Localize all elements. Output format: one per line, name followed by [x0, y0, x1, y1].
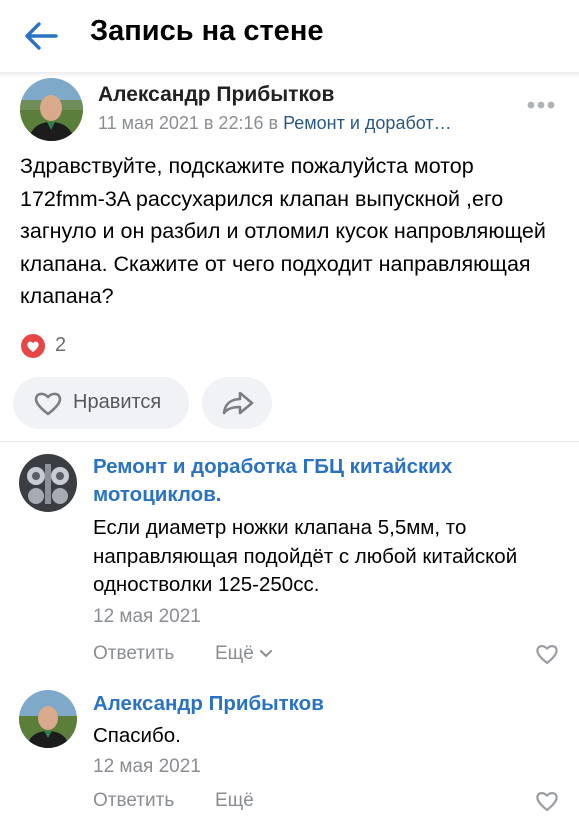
header-shadow: [0, 72, 579, 78]
heart-filled-icon: [21, 334, 45, 358]
comment-author[interactable]: Александр Прибытков: [93, 690, 533, 718]
more-button[interactable]: Ещё: [215, 790, 254, 812]
comment-date: 12 мая 2021: [93, 756, 201, 777]
reply-button[interactable]: Ответить: [93, 790, 174, 812]
more-options-button[interactable]: [526, 98, 556, 112]
post-author-name[interactable]: Александр Прибытков: [98, 83, 334, 107]
page-title: Запись на стене: [90, 15, 324, 47]
like-button-label: Нравится: [73, 391, 162, 413]
likes-count: 2: [55, 334, 67, 356]
top-bar: Запись на стене: [0, 0, 579, 72]
likes-summary[interactable]: [20, 334, 46, 358]
arrow-left-icon: [25, 22, 58, 50]
avatar-photo: [20, 78, 83, 141]
share-icon: [222, 391, 254, 415]
comment-text: Спасибо.: [93, 724, 181, 747]
chevron-down-icon: [260, 649, 273, 658]
post-text: Здравствуйте, подскажите пожалуйста мото…: [20, 154, 546, 308]
comment-date: 12 мая 2021: [93, 606, 201, 627]
comment-like-button[interactable]: [534, 789, 560, 813]
more-button[interactable]: Ещё: [215, 643, 273, 665]
post-meta: 11 мая 2021 в 22:16 в Ремонт и доработ…: [98, 113, 452, 134]
like-button[interactable]: Нравится: [13, 377, 189, 429]
heart-outline-icon: [536, 792, 558, 812]
heart-outline-icon: [536, 645, 558, 665]
avatar-photo: [19, 690, 77, 748]
more-label: Ещё: [215, 790, 254, 811]
more-label: Ещё: [215, 643, 254, 664]
post-date: 11 мая 2021 в 22:16 в: [98, 113, 279, 133]
divider: [0, 441, 579, 442]
comment-avatar[interactable]: [19, 690, 77, 748]
heart-outline-icon: [34, 392, 62, 416]
post-group-link[interactable]: Ремонт и доработ…: [283, 113, 452, 133]
comment-like-button[interactable]: [534, 642, 560, 666]
comment-text: Если диаметр ножки клапана 5,5мм, то нап…: [93, 516, 518, 596]
group-avatar-photo: [19, 454, 77, 512]
reply-button[interactable]: Ответить: [93, 643, 174, 665]
share-button[interactable]: [202, 377, 272, 429]
comment-author[interactable]: Ремонт и доработка ГБЦ китайских мотоцик…: [93, 453, 533, 508]
more-dots-icon: [527, 101, 555, 109]
back-button[interactable]: [22, 18, 62, 54]
comment-avatar[interactable]: [19, 454, 77, 512]
post-author-avatar[interactable]: [20, 78, 83, 141]
